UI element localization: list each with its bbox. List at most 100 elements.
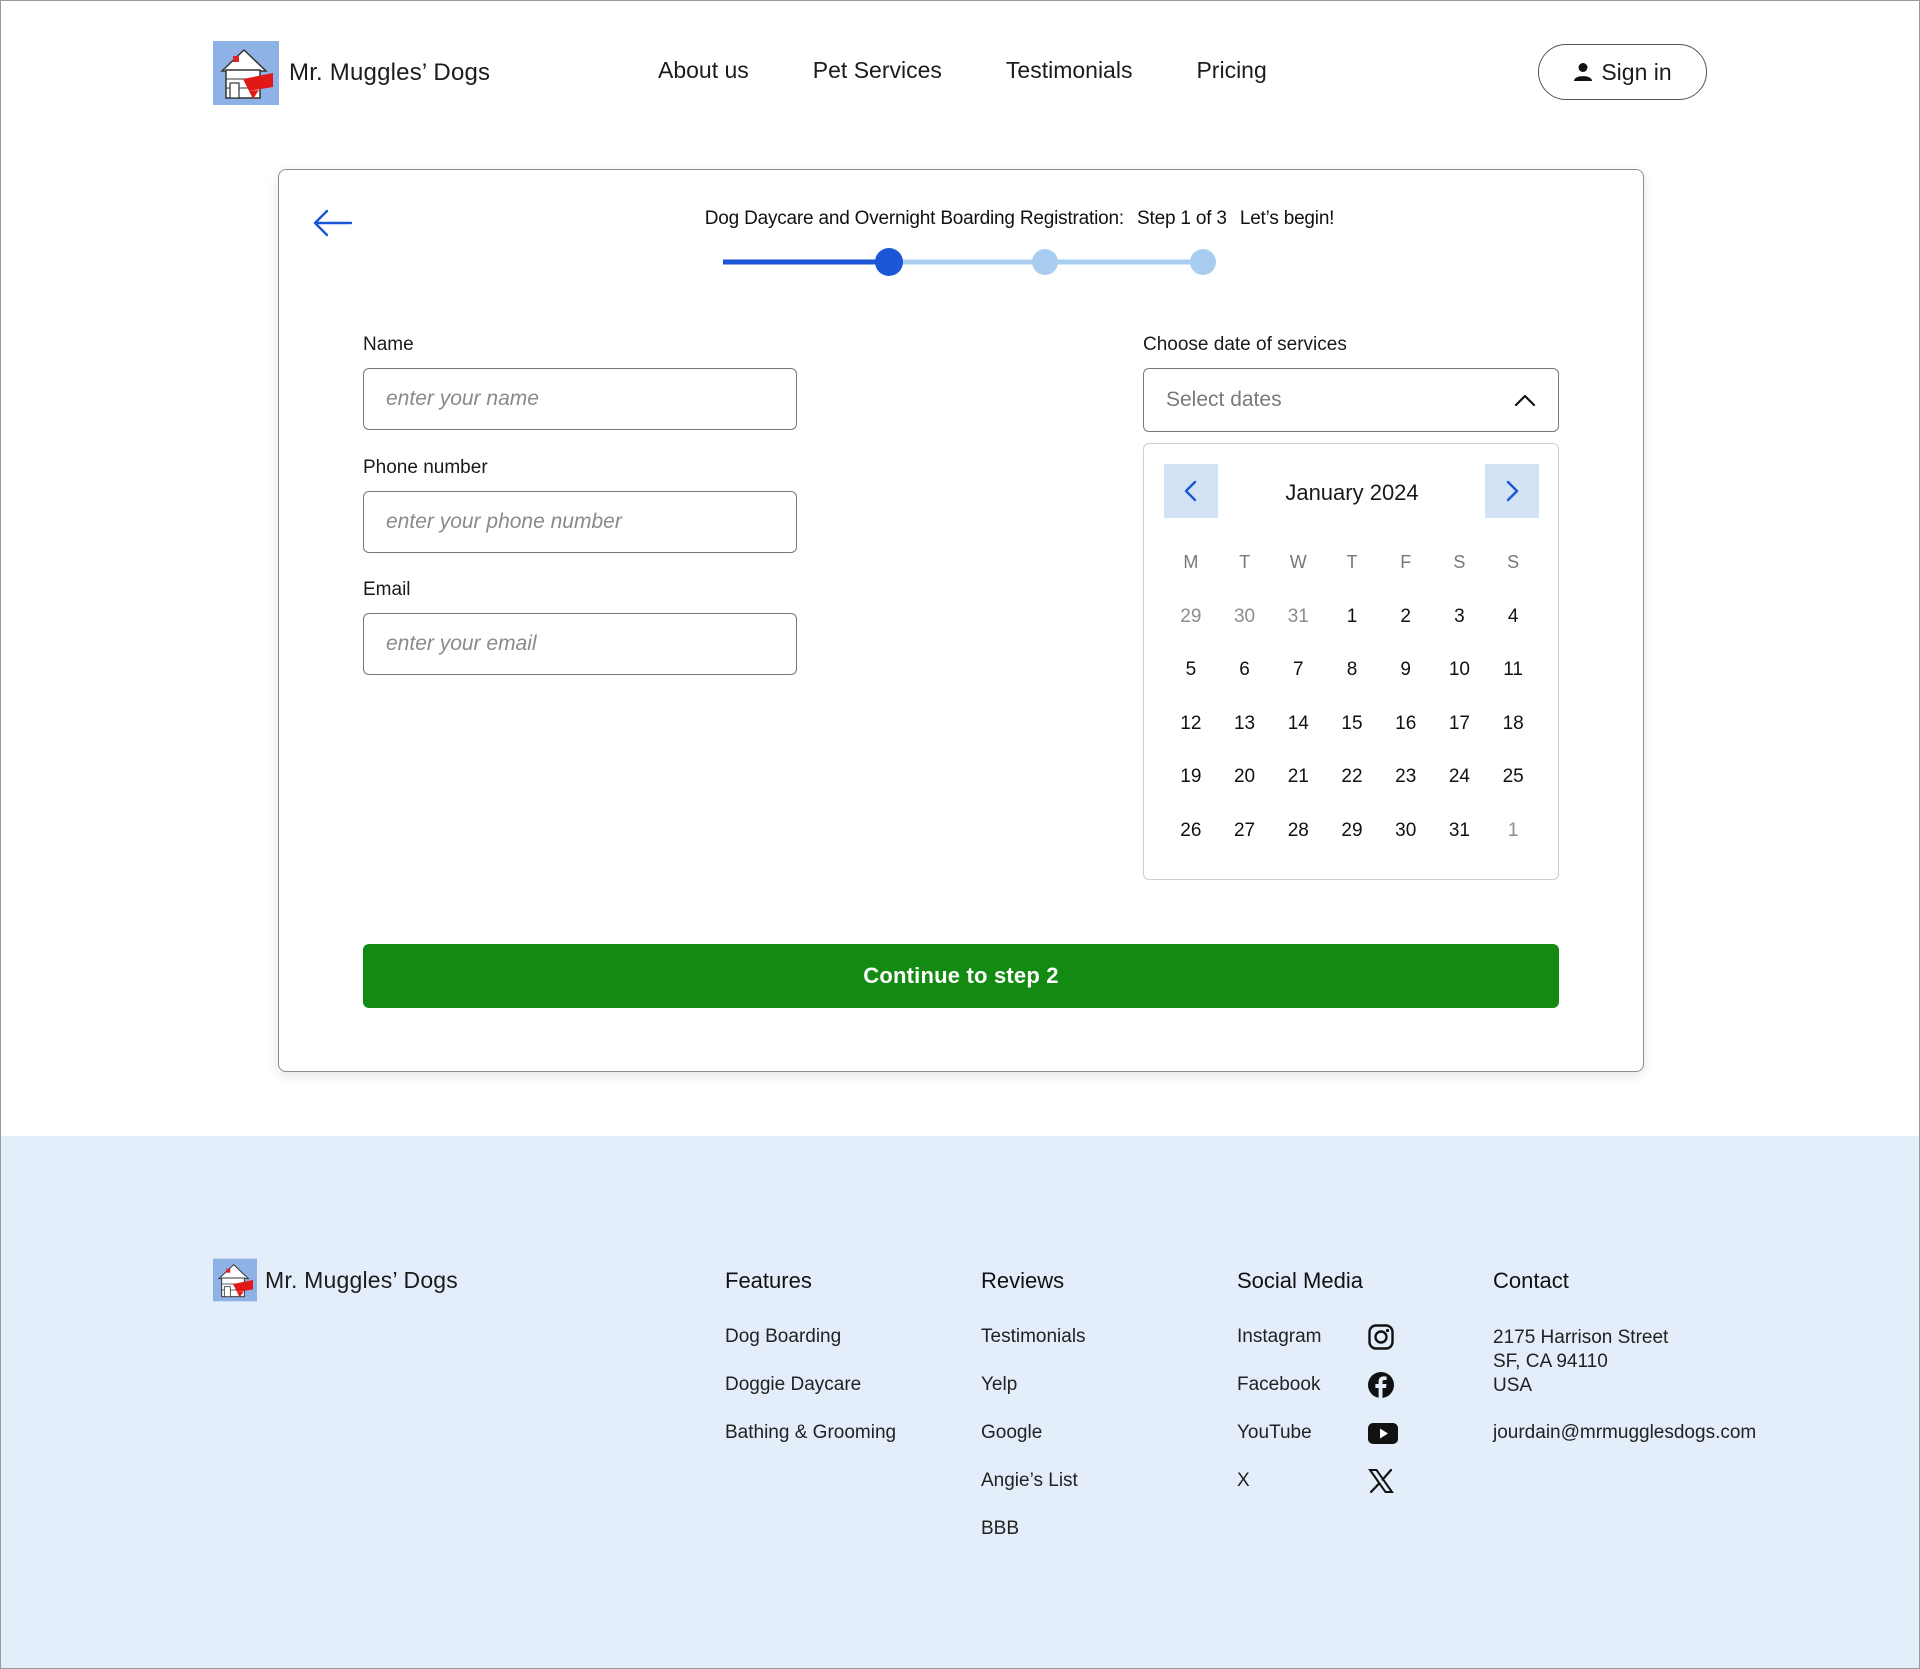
date-select-placeholder: Select dates: [1166, 388, 1282, 411]
calendar-day[interactable]: 22: [1325, 766, 1379, 820]
calendar-day[interactable]: 14: [1271, 713, 1325, 767]
weekday-header: F: [1400, 552, 1412, 572]
step-indicator-text: Step 1 of 3: [1137, 208, 1227, 229]
weekday-header: T: [1239, 552, 1251, 572]
footer-link-dog-boarding[interactable]: Dog Boarding: [725, 1326, 896, 1374]
chevron-right-icon: [1506, 480, 1519, 502]
social-instagram[interactable]: Instagram: [1237, 1324, 1399, 1374]
calendar-day[interactable]: 8: [1325, 659, 1379, 713]
calendar-day[interactable]: 9: [1379, 659, 1433, 713]
phone-input[interactable]: [363, 491, 797, 553]
registration-title-text: Dog Daycare and Overnight Boarding Regis…: [704, 208, 1124, 229]
step-dot-2: [1032, 249, 1058, 275]
social-facebook-label: Facebook: [1237, 1374, 1321, 1395]
sign-in-button[interactable]: Sign in: [1538, 44, 1707, 100]
calendar-day[interactable]: 7: [1271, 659, 1325, 713]
instagram-icon: [1368, 1324, 1394, 1350]
registration-tagline: Let’s begin!: [1239, 208, 1335, 229]
calendar-day-outside-month[interactable]: 30: [1218, 606, 1272, 660]
calendar: January 2024 M T W T F S S 29 30 31 1 2 3 4 5 6 7 8 9 10 11 1…: [1143, 443, 1559, 880]
social-x[interactable]: X: [1237, 1468, 1399, 1518]
footer-link-google[interactable]: Google: [981, 1422, 1086, 1470]
weekday-header: M: [1183, 552, 1199, 572]
calendar-day[interactable]: 6: [1218, 659, 1272, 713]
x-icon: [1368, 1468, 1394, 1494]
brand-name: Mr. Muggles’ Dogs: [289, 59, 491, 86]
email-label: Email: [363, 579, 411, 600]
calendar-day[interactable]: 3: [1433, 606, 1487, 660]
continue-button[interactable]: Continue to step 2: [363, 944, 1559, 1008]
nav-pet-services[interactable]: Pet Services: [813, 57, 942, 84]
calendar-day[interactable]: 5: [1164, 659, 1218, 713]
calendar-day[interactable]: 30: [1379, 820, 1433, 874]
calendar-day-outside-month[interactable]: 1: [1486, 820, 1540, 874]
calendar-day[interactable]: 15: [1325, 713, 1379, 767]
calendar-next-button[interactable]: [1485, 464, 1539, 518]
facebook-icon: [1368, 1372, 1394, 1398]
footer-features-heading: Features: [725, 1268, 812, 1293]
name-input[interactable]: [363, 368, 797, 430]
nav-testimonials[interactable]: Testimonials: [1006, 57, 1133, 84]
nav-pricing[interactable]: Pricing: [1196, 57, 1266, 84]
calendar-day[interactable]: 18: [1486, 713, 1540, 767]
calendar-day[interactable]: 23: [1379, 766, 1433, 820]
footer-brand[interactable]: Mr. Muggles’ Dogs: [213, 1258, 458, 1302]
step-dot-3: [1190, 249, 1216, 275]
calendar-day-outside-month[interactable]: 31: [1271, 606, 1325, 660]
calendar-day[interactable]: 16: [1379, 713, 1433, 767]
contact-city: SF, CA 94110: [1493, 1351, 1608, 1372]
brand[interactable]: Mr. Muggles’ Dogs: [213, 41, 490, 105]
contact-street: 2175 Harrison Street: [1493, 1327, 1669, 1348]
registration-card: Dog Daycare and Overnight Boarding Regis…: [278, 169, 1644, 1072]
calendar-day-outside-month[interactable]: 29: [1164, 606, 1218, 660]
contact-email-link[interactable]: jourdain@mrmugglesdogs.com: [1493, 1422, 1756, 1444]
social-facebook[interactable]: Facebook: [1237, 1372, 1399, 1422]
footer-link-angies-list[interactable]: Angie’s List: [981, 1470, 1086, 1518]
footer-link-yelp[interactable]: Yelp: [981, 1374, 1086, 1422]
calendar-day[interactable]: 29: [1325, 820, 1379, 874]
footer-social-heading: Social Media: [1237, 1268, 1363, 1293]
phone-label: Phone number: [363, 457, 488, 478]
footer-link-bbb[interactable]: BBB: [981, 1518, 1086, 1566]
social-youtube-label: YouTube: [1237, 1422, 1312, 1443]
calendar-day[interactable]: 24: [1433, 766, 1487, 820]
youtube-icon: [1368, 1423, 1398, 1444]
calendar-day[interactable]: 12: [1164, 713, 1218, 767]
calendar-day[interactable]: 10: [1433, 659, 1487, 713]
weekday-header: S: [1453, 552, 1466, 572]
calendar-day[interactable]: 31: [1433, 820, 1487, 874]
calendar-day[interactable]: 27: [1218, 820, 1272, 874]
footer-link-doggie-daycare[interactable]: Doggie Daycare: [725, 1374, 896, 1422]
sign-in-label: Sign in: [1601, 58, 1672, 85]
footer-social: Social Media Instagram Facebook YouTube: [1237, 1268, 1399, 1518]
social-instagram-label: Instagram: [1237, 1326, 1322, 1347]
nav-about-us[interactable]: About us: [658, 57, 749, 84]
calendar-day[interactable]: 13: [1218, 713, 1272, 767]
name-label: Name: [363, 334, 414, 355]
calendar-day[interactable]: 19: [1164, 766, 1218, 820]
calendar-day[interactable]: 1: [1325, 606, 1379, 660]
calendar-day[interactable]: 26: [1164, 820, 1218, 874]
social-youtube[interactable]: YouTube: [1237, 1422, 1399, 1470]
user-icon: [1574, 63, 1593, 81]
weekday-header: S: [1507, 552, 1520, 572]
footer-reviews: Reviews Testimonials Yelp Google Angie’s…: [981, 1268, 1086, 1566]
calendar-day[interactable]: 25: [1486, 766, 1540, 820]
email-input[interactable]: [363, 613, 797, 675]
date-select-dropdown[interactable]: Select dates: [1143, 368, 1559, 432]
footer-link-bathing-grooming[interactable]: Bathing & Grooming: [725, 1422, 896, 1470]
calendar-day[interactable]: 2: [1379, 606, 1433, 660]
calendar-day[interactable]: 11: [1486, 659, 1540, 713]
footer-contact-heading: Contact: [1493, 1268, 1569, 1293]
footer-contact: Contact 2175 Harrison Street SF, CA 9411…: [1493, 1268, 1756, 1444]
calendar-day[interactable]: 28: [1271, 820, 1325, 874]
calendar-day[interactable]: 21: [1271, 766, 1325, 820]
dates-label: Choose date of services: [1143, 334, 1347, 355]
weekday-header: T: [1346, 552, 1358, 572]
social-x-label: X: [1237, 1470, 1250, 1491]
calendar-day[interactable]: 20: [1218, 766, 1272, 820]
calendar-day[interactable]: 4: [1486, 606, 1540, 660]
calendar-day[interactable]: 17: [1433, 713, 1487, 767]
footer-link-testimonials[interactable]: Testimonials: [981, 1326, 1086, 1374]
footer-features: Features Dog Boarding Doggie Daycare Bat…: [725, 1268, 896, 1470]
